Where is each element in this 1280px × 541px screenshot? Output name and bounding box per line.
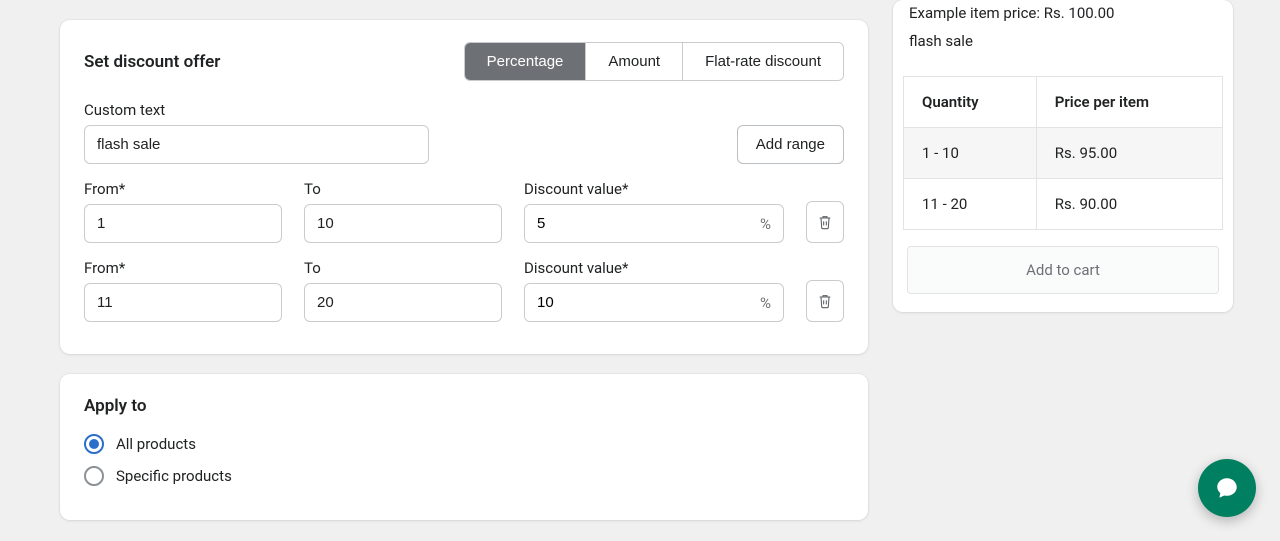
cell-price: Rs. 95.00	[1036, 128, 1222, 179]
discount-title: Set discount offer	[84, 52, 220, 72]
tab-percentage[interactable]: Percentage	[465, 43, 587, 80]
tab-amount[interactable]: Amount	[586, 43, 683, 80]
preview-example-price: Example item price: Rs. 100.00	[909, 4, 1217, 22]
discount-card: Set discount offer Percentage Amount Fla…	[60, 20, 868, 354]
from-input[interactable]	[84, 204, 282, 243]
cell-qty: 1 - 10	[904, 128, 1037, 179]
apply-to-card: Apply to All products Specific products	[60, 374, 868, 520]
add-to-cart-button[interactable]: Add to cart	[907, 246, 1219, 294]
to-label: To	[304, 180, 502, 198]
radio-all-products[interactable]: All products	[84, 434, 844, 454]
cell-qty: 11 - 20	[904, 179, 1037, 230]
preview-header-price: Price per item	[1036, 77, 1222, 128]
from-label: From*	[84, 259, 282, 277]
trash-icon	[817, 292, 833, 310]
discount-value-label: Discount value*	[524, 259, 784, 277]
tab-flat-rate[interactable]: Flat-rate discount	[683, 43, 843, 80]
to-label: To	[304, 259, 502, 277]
preview-header-qty: Quantity	[904, 77, 1037, 128]
table-row: 11 - 20 Rs. 90.00	[904, 179, 1223, 230]
chat-icon	[1214, 475, 1240, 501]
radio-label: All products	[116, 435, 196, 453]
trash-icon	[817, 213, 833, 231]
to-input[interactable]	[304, 204, 502, 243]
table-row: 1 - 10 Rs. 95.00	[904, 128, 1223, 179]
chat-button[interactable]	[1198, 459, 1256, 517]
radio-specific-products[interactable]: Specific products	[84, 466, 844, 486]
discount-type-tabs: Percentage Amount Flat-rate discount	[464, 42, 844, 81]
to-input[interactable]	[304, 283, 502, 322]
range-row: From* To Discount value* %	[84, 174, 844, 243]
cell-price: Rs. 90.00	[1036, 179, 1222, 230]
radio-label: Specific products	[116, 467, 232, 485]
discount-value-input[interactable]	[525, 284, 748, 321]
delete-range-button[interactable]	[806, 201, 844, 243]
range-row: From* To Discount value* %	[84, 253, 844, 322]
radio-checked-icon	[84, 434, 104, 454]
discount-unit: %	[748, 215, 783, 233]
delete-range-button[interactable]	[806, 280, 844, 322]
preview-card: Example item price: Rs. 100.00 flash sal…	[893, 0, 1233, 312]
add-range-button[interactable]: Add range	[737, 125, 844, 164]
custom-text-input[interactable]	[84, 125, 429, 164]
apply-to-title: Apply to	[84, 396, 844, 416]
radio-unchecked-icon	[84, 466, 104, 486]
from-label: From*	[84, 180, 282, 198]
from-input[interactable]	[84, 283, 282, 322]
preview-table: Quantity Price per item 1 - 10 Rs. 95.00…	[903, 76, 1223, 230]
preview-custom-text: flash sale	[909, 32, 1217, 50]
custom-text-label: Custom text	[84, 101, 429, 119]
discount-value-input[interactable]	[525, 205, 748, 242]
discount-unit: %	[748, 294, 783, 312]
discount-value-label: Discount value*	[524, 180, 784, 198]
